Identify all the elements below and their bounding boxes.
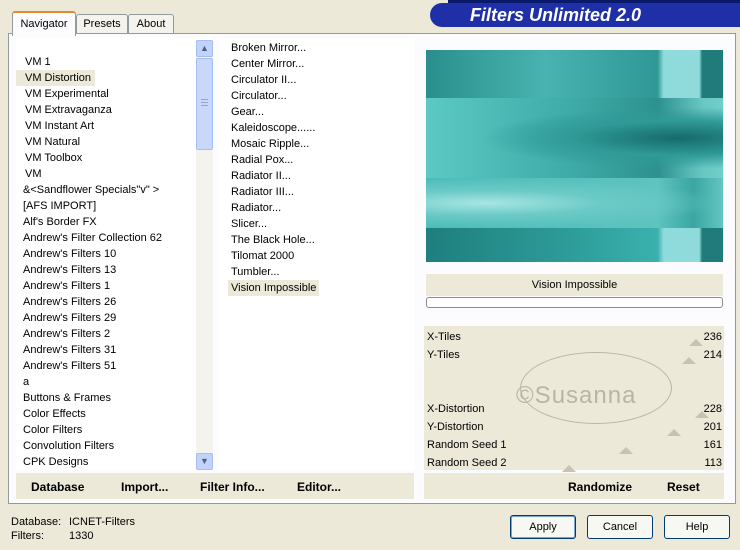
slider-thumb[interactable] (619, 447, 633, 454)
filter-item[interactable]: Center Mirror... (228, 56, 307, 72)
database-value: ICNET-Filters (69, 516, 135, 528)
tab-navigator[interactable]: Navigator (12, 11, 76, 36)
category-item[interactable]: Andrew's Filters 29 (16, 310, 120, 326)
filter-item[interactable]: Radiator II... (228, 168, 294, 184)
slider-thumb[interactable] (682, 357, 696, 364)
progress-bar (426, 297, 723, 308)
filter-item[interactable]: Tumbler... (228, 264, 283, 280)
filter-item[interactable]: Kaleidoscope...... (228, 120, 318, 136)
reset-button[interactable]: Reset (667, 480, 700, 494)
slider-label: Random Seed 2 (427, 457, 507, 469)
category-item[interactable]: Andrew's Filters 31 (16, 342, 120, 358)
category-item[interactable]: Andrew's Filter Collection 62 (16, 230, 166, 246)
category-item[interactable]: CPK Designs (16, 454, 92, 470)
category-item[interactable]: VM Instant Art (16, 118, 98, 134)
filter-item[interactable]: Slicer... (228, 216, 270, 232)
slider-value: 161 (703, 439, 722, 451)
category-item[interactable]: Andrew's Filters 1 (16, 278, 114, 294)
slider-label: Random Seed 1 (427, 439, 507, 451)
slider-value: 214 (703, 349, 722, 361)
category-item[interactable]: a (16, 374, 33, 390)
slider-row[interactable] (427, 382, 724, 400)
slider-row[interactable]: X-Tiles 236 (427, 328, 724, 346)
category-item[interactable]: Andrew's Filters 2 (16, 326, 114, 342)
slider-thumb[interactable] (562, 465, 576, 472)
filter-item[interactable]: Radial Pox... (228, 152, 296, 168)
category-item[interactable]: Color Filters (16, 422, 86, 438)
database-button[interactable]: Database (31, 480, 84, 494)
scroll-up-button[interactable]: ▲ (196, 40, 213, 57)
slider-row[interactable]: X-Distortion 228 (427, 400, 724, 418)
database-label: Database: (11, 516, 62, 528)
category-item[interactable]: VM Natural (16, 134, 84, 150)
scroll-down-button[interactable]: ▼ (196, 453, 213, 470)
filter-item[interactable]: Radiator... (228, 200, 284, 216)
slider-thumb[interactable] (689, 339, 703, 346)
category-item[interactable]: Andrew's Filters 10 (16, 246, 120, 262)
category-item[interactable]: VM Extravaganza (16, 102, 116, 118)
category-item[interactable]: Color Effects (16, 406, 90, 422)
filter-item[interactable]: The Black Hole... (228, 232, 318, 248)
filter-item[interactable]: Mosaic Ripple... (228, 136, 312, 152)
preview-image (426, 50, 723, 262)
slider-value: 201 (703, 421, 722, 433)
slider-value: 113 (704, 457, 722, 469)
category-item[interactable]: &<Sandflower Specials"v" > (16, 182, 163, 198)
category-scrollbar[interactable]: ▲ ▼ (196, 40, 213, 470)
slider-row[interactable] (427, 364, 724, 382)
category-item[interactable]: VM (16, 166, 46, 182)
editor-button[interactable]: Editor... (297, 480, 341, 494)
filter-item[interactable]: Tilomat 2000 (228, 248, 297, 264)
category-item[interactable]: [AFS IMPORT] (16, 198, 100, 214)
filter-item[interactable]: Vision Impossible (228, 280, 320, 296)
filter-list[interactable]: Broken Mirror... Center Mirror... Circulat… (218, 38, 415, 470)
category-item[interactable]: Andrew's Filters 13 (16, 262, 120, 278)
filter-item[interactable]: Circulator... (228, 88, 290, 104)
filter-item[interactable]: Broken Mirror... (228, 40, 309, 56)
filter-info-button[interactable]: Filter Info... (200, 480, 265, 494)
category-item[interactable]: VM Toolbox (16, 150, 86, 166)
category-list[interactable]: VM 1 VM Distortion VM Experimental VM Extra… (16, 38, 213, 470)
category-item[interactable]: VM Distortion (16, 70, 96, 86)
slider-label: Y-Tiles (427, 349, 460, 361)
slider-row[interactable]: Random Seed 1 161 (427, 436, 724, 454)
apply-button[interactable]: Apply (510, 515, 576, 539)
randomize-button[interactable]: Randomize (568, 480, 632, 494)
category-item[interactable]: VM Experimental (16, 86, 113, 102)
slider-thumb[interactable] (667, 429, 681, 436)
slider-value: 236 (703, 331, 722, 343)
category-item[interactable]: VM 1 (16, 54, 55, 70)
app-title: Filters Unlimited 2.0 (470, 5, 642, 25)
help-button[interactable]: Help (664, 515, 730, 539)
tab-presets[interactable]: Presets (76, 14, 128, 34)
category-item[interactable]: Alf's Border FX (16, 214, 101, 230)
cancel-button[interactable]: Cancel (587, 515, 653, 539)
category-item[interactable]: Andrew's Filters 51 (16, 358, 120, 374)
slider-label: X-Distortion (427, 403, 485, 415)
slider-thumb[interactable] (695, 411, 709, 418)
tab-about[interactable]: About (128, 14, 174, 34)
filters-count-value: 1330 (69, 530, 94, 542)
slider-label: Y-Distortion (427, 421, 484, 433)
category-item[interactable]: Buttons & Frames (16, 390, 115, 406)
slider-label: X-Tiles (427, 331, 461, 343)
filter-item[interactable]: Radiator III... (228, 184, 297, 200)
filters-count-label: Filters: (11, 530, 44, 542)
slider-row[interactable]: Y-Tiles 214 (427, 346, 724, 364)
filter-name-label: Vision Impossible (426, 274, 723, 296)
filter-item[interactable]: Circulator II... (228, 72, 299, 88)
filter-item[interactable]: Gear... (228, 104, 267, 120)
scroll-thumb[interactable] (196, 58, 213, 150)
category-item[interactable]: Convolution Filters (16, 438, 118, 454)
slider-row[interactable]: Random Seed 2 113 (427, 454, 724, 472)
slider-row[interactable]: Y-Distortion 201 (427, 418, 724, 436)
import-button[interactable]: Import... (121, 480, 168, 494)
category-item[interactable]: Andrew's Filters 26 (16, 294, 120, 310)
